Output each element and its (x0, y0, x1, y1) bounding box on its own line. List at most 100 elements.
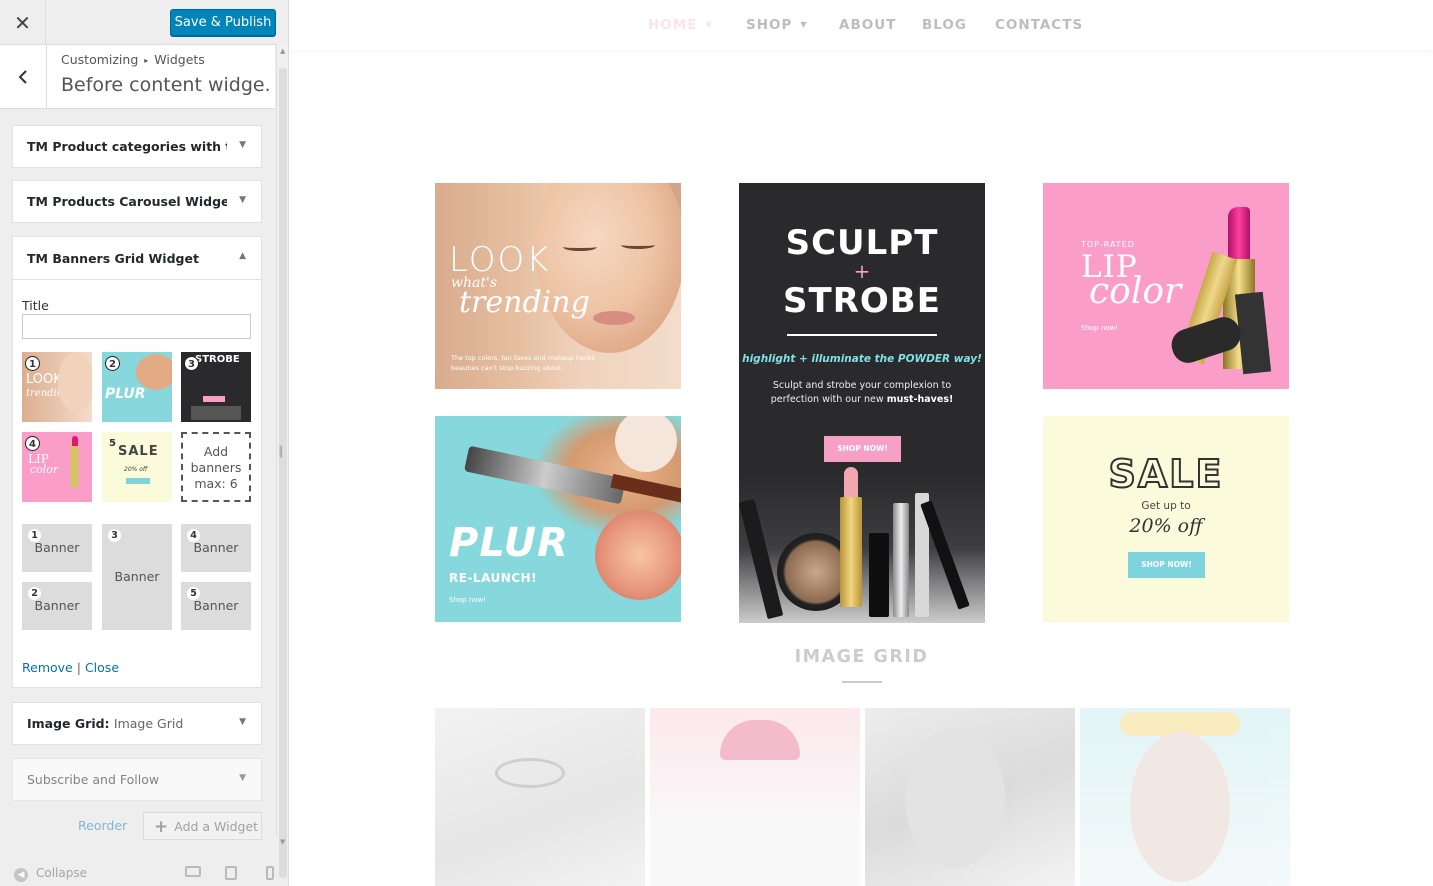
slot-label: Banner (34, 598, 80, 613)
banner-slot[interactable]: 1 Banner (22, 524, 92, 572)
thumb-text: SALE (118, 444, 159, 459)
widget-banners-grid: TM Banners Grid Widget ▲ Title LOOK tren… (12, 236, 262, 688)
banner-thumbnail[interactable]: LOOK trending 1 (22, 352, 92, 422)
banner-slot[interactable]: 4 Banner (181, 524, 251, 572)
nav-item-about[interactable]: ABOUT (839, 17, 896, 33)
banner-heading: PLUR (449, 520, 569, 566)
banner-heading-line2: STROBE (783, 281, 941, 321)
expand-arrow-icon[interactable]: ▼ (239, 773, 246, 783)
shop-now-link[interactable]: Shop now! (1081, 324, 1118, 332)
grid-image[interactable] (650, 708, 860, 886)
add-widget-button[interactable]: + Add a Widget (143, 812, 262, 840)
mobile-preview-icon[interactable] (266, 866, 274, 880)
slot-number: 2 (28, 587, 41, 600)
banner-slot[interactable]: 5 Banner (181, 582, 251, 630)
banner-subheading: Get up to (1141, 500, 1191, 512)
nav-item-shop[interactable]: SHOP ▼ (746, 17, 808, 33)
nav-item-home[interactable]: HOME ▼ (648, 17, 713, 33)
slot-number: 5 (187, 587, 200, 600)
face-image (535, 183, 681, 353)
widget-image-grid[interactable]: Image Grid: Image Grid ▼ (12, 702, 262, 745)
banner-subheading: RE-LAUNCH! (449, 571, 538, 585)
breadcrumb-current: Widgets (154, 52, 205, 67)
breadcrumb-panel: Customizing ▸ Widgets Before content widge… (0, 45, 275, 109)
add-banners-button[interactable]: Add banners max: 6 (181, 432, 251, 502)
section-title: Before content widge... (61, 74, 269, 96)
collapse-button[interactable]: ◀ Collapse (14, 866, 87, 882)
banner-lip-color[interactable]: TOP-RATED LIP color Shop now! (1043, 183, 1289, 389)
banner-sculpt-strobe[interactable]: SCULPT + STROBE highlight + illuminate t… (739, 183, 985, 623)
resize-grip-icon[interactable]: ║ (278, 447, 284, 458)
grid-image[interactable] (1080, 708, 1290, 886)
thumb-number: 3 (184, 356, 199, 371)
widget-title-sub: Image Grid (113, 716, 184, 731)
widget-title: Subscribe and Follow (27, 772, 160, 787)
save-publish-button[interactable]: Save & Publish (170, 9, 276, 36)
thumb-text: LOOK (26, 372, 62, 387)
chevron-left-icon (18, 70, 27, 84)
shop-now-link[interactable]: Shop now! (449, 596, 486, 604)
thumb-number: 1 (25, 356, 40, 371)
nav-item-blog[interactable]: BLOG (922, 17, 967, 33)
thumb-text: color (30, 463, 59, 476)
banner-highlight: highlight + illuminate the POWDER way! (742, 353, 982, 365)
widget-subscribe-follow[interactable]: Subscribe and Follow ▼ (12, 758, 262, 801)
banner-slot[interactable]: 3 Banner (102, 524, 172, 630)
nav-label: HOME (648, 17, 698, 33)
site-preview: HOME ▼ SHOP ▼ ABOUT BLOG CONTACTS LOOK wha… (290, 0, 1433, 886)
breadcrumb: Customizing ▸ Widgets (61, 52, 205, 67)
reorder-link[interactable]: Reorder (78, 818, 127, 833)
widget-products-carousel[interactable]: TM Products Carousel Widget... ▼ (12, 180, 262, 223)
widget-actions: Remove | Close (22, 660, 120, 675)
close-customizer-button[interactable]: ✕ (0, 0, 46, 45)
banner-plus: + (853, 259, 871, 283)
widget-product-categories[interactable]: TM Product categories with t... ▼ (12, 125, 262, 168)
grid-image[interactable] (435, 708, 645, 886)
expand-arrow-icon[interactable]: ▼ (239, 140, 246, 150)
banner-heading: SALE (1108, 451, 1224, 497)
customizer-sidebar: ✕ Save & Publish Customizing ▸ Widgets Bef… (0, 0, 289, 886)
banner-thumbnail[interactable]: SALE 20% off 5 (102, 432, 172, 502)
tablet-preview-icon[interactable] (225, 866, 237, 880)
products-image (739, 467, 985, 623)
banner-discount: 20% off (1129, 515, 1203, 537)
grid-image[interactable] (865, 708, 1075, 886)
banner-script-text: color (1089, 271, 1182, 312)
collapse-label: Collapse (36, 866, 87, 880)
expand-arrow-icon[interactable]: ▼ (239, 717, 246, 727)
desktop-preview-icon[interactable] (185, 866, 201, 877)
customizer-app: ✕ Save & Publish Customizing ▸ Widgets Bef… (0, 0, 1433, 886)
banner-thumbnail[interactable]: PLUR 2 (102, 352, 172, 422)
widget-title: Image Grid: Image Grid (27, 716, 227, 731)
chevron-down-icon: ▼ (800, 20, 808, 29)
title-input[interactable] (22, 314, 251, 339)
close-icon: ✕ (14, 10, 31, 35)
nav-item-contacts[interactable]: CONTACTS (995, 17, 1083, 33)
slot-number: 1 (28, 529, 41, 542)
expand-arrow-icon[interactable]: ▼ (239, 195, 246, 205)
shop-now-button[interactable]: SHOP NOW! (1128, 552, 1205, 578)
banner-thumbnail[interactable]: STROBE 3 (181, 352, 251, 422)
slot-label: Banner (193, 540, 239, 555)
banner-thumbnail[interactable]: LIP color 4 (22, 432, 92, 502)
collapse-arrow-icon[interactable]: ▲ (239, 251, 246, 261)
banner-look-trending[interactable]: LOOK what's trending The top colors, fan… (435, 183, 681, 389)
nav-label: SHOP (746, 17, 793, 33)
widget-title[interactable]: TM Banners Grid Widget (27, 251, 227, 266)
sidebar-scrollbar[interactable] (276, 44, 288, 878)
scroll-up-icon[interactable]: ▲ (280, 47, 285, 55)
banner-plur[interactable]: PLUR RE-LAUNCH! Shop now! (435, 416, 681, 622)
banner-heading-line1: SCULPT (785, 223, 939, 263)
shop-now-button[interactable]: SHOP NOW! (824, 436, 901, 462)
banner-sale[interactable]: SALE Get up to 20% off SHOP NOW! (1043, 416, 1289, 622)
collapse-arrow-icon: ◀ (14, 868, 28, 882)
scrollbar-thumb[interactable] (279, 68, 287, 878)
close-link[interactable]: Close (85, 660, 119, 675)
slot-number: 3 (108, 529, 121, 542)
scroll-down-icon[interactable]: ▼ (280, 838, 285, 846)
plus-icon: + (154, 817, 169, 837)
back-button[interactable] (0, 45, 47, 109)
banner-slot[interactable]: 2 Banner (22, 582, 92, 630)
remove-link[interactable]: Remove (22, 660, 73, 675)
desc-bold: must-haves! (886, 394, 954, 405)
